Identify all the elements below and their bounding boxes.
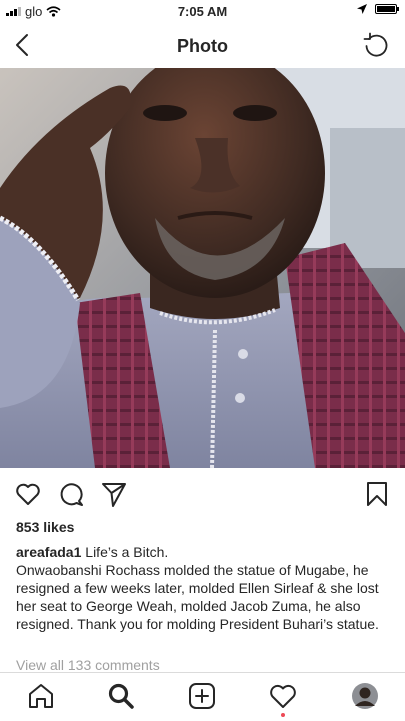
avatar[interactable] (350, 681, 380, 711)
post-caption: areafada1 Life’s a Bitch. Onwaobanshi Ro… (16, 543, 394, 633)
page-title: Photo (177, 36, 228, 56)
view-comments-link[interactable]: View all 133 comments (16, 657, 160, 673)
status-bar: glo 7:05 AM (0, 0, 405, 22)
caption-lead: Life’s a Bitch. (85, 544, 169, 560)
bookmark-icon[interactable] (363, 480, 391, 508)
caption-username[interactable]: areafada1 (16, 544, 81, 560)
post-image (0, 68, 405, 468)
notification-dot (281, 713, 285, 717)
activity-heart-icon[interactable] (268, 681, 298, 711)
status-right (357, 4, 399, 14)
search-icon[interactable] (106, 681, 136, 711)
add-icon[interactable] (187, 681, 217, 711)
post-actions (0, 476, 405, 510)
status-time: 7:05 AM (177, 4, 228, 19)
post-photo[interactable] (0, 68, 405, 468)
caption-body: Onwaobanshi Rochass molded the statue of… (16, 562, 379, 632)
heart-icon[interactable] (14, 480, 42, 508)
send-icon[interactable] (100, 480, 128, 508)
nav-bar: Photo (0, 22, 405, 68)
location-arrow-icon (357, 4, 367, 14)
likes-count[interactable]: 853 likes (16, 519, 74, 535)
refresh-icon[interactable] (361, 30, 391, 60)
battery-icon (375, 4, 399, 14)
home-icon[interactable] (26, 681, 56, 711)
tab-bar (0, 672, 405, 721)
comment-icon[interactable] (57, 480, 85, 508)
